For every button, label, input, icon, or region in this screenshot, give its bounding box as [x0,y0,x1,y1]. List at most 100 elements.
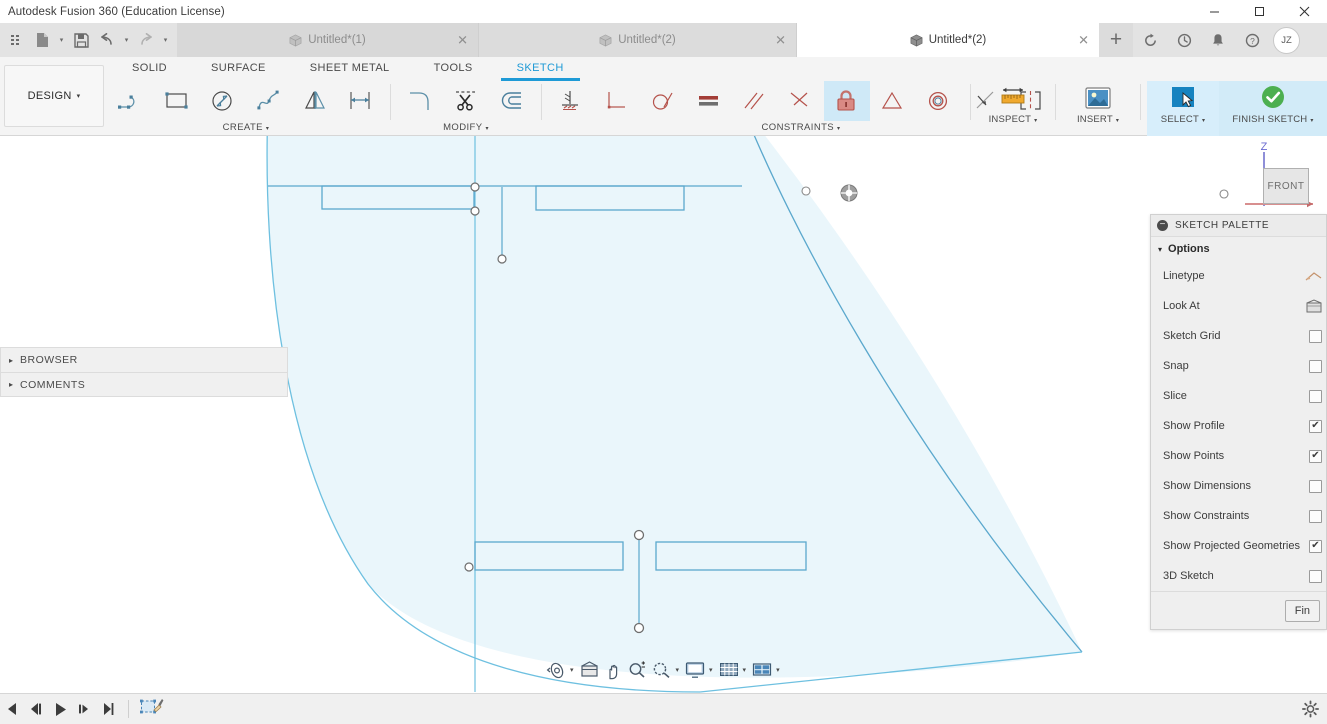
dimension-icon[interactable] [338,81,384,121]
viewports-caret-icon[interactable]: ▾ [776,666,780,674]
view-cube[interactable]: Z FRONT [1237,140,1315,212]
palette-row-show-constraints[interactable]: Show Constraints [1151,501,1326,531]
pan-icon[interactable] [602,658,625,682]
document-tab-2[interactable]: Untitled*(2) ✕ [479,23,797,57]
select-button[interactable]: SELECT ▾ [1147,81,1219,136]
grid-settings-icon[interactable] [717,658,741,682]
help-icon[interactable]: ? [1235,23,1269,57]
horizontal-vertical-icon[interactable] [548,81,594,121]
ribbon-group-create-label[interactable]: CREATE ▾ [108,121,384,133]
maximize-button[interactable] [1237,0,1282,23]
notifications-icon[interactable] [1201,23,1235,57]
linetype-icon[interactable] [1305,269,1322,284]
fillet-icon[interactable] [397,81,443,121]
show-points-checkbox[interactable] [1309,449,1322,463]
new-tab-button[interactable]: + [1099,23,1133,57]
palette-row-slice[interactable]: Slice [1151,381,1326,411]
step-back-icon[interactable] [24,696,48,722]
grid-settings-caret-icon[interactable]: ▾ [743,666,747,674]
inspect-button[interactable]: INSPECT ▾ [977,81,1049,136]
insert-button[interactable]: INSERT ▾ [1062,81,1134,136]
timeline-settings-gear-icon[interactable] [1302,700,1319,718]
ribbon-tab-sheet-metal[interactable]: SHEET METAL [288,57,412,79]
palette-finish-button[interactable]: Fin [1284,599,1320,622]
offset-icon[interactable] [489,81,535,121]
look-at-icon[interactable] [578,658,601,682]
palette-row-show-points[interactable]: Show Points [1151,441,1326,471]
palette-row-look-at[interactable]: Look At [1151,291,1326,321]
design-canvas[interactable]: ▸ BROWSER ▸ COMMENTS Z FRONT − SKETCH PA… [0,136,1327,693]
circle-icon[interactable] [200,81,246,121]
parallel-icon[interactable] [732,81,778,121]
minimize-button[interactable] [1192,0,1237,23]
document-tab-1-close-icon[interactable]: ✕ [457,34,468,47]
zoom-icon[interactable] [626,658,649,682]
palette-row-show-dimensions[interactable]: Show Dimensions [1151,471,1326,501]
palette-row-sketch-grid[interactable]: Sketch Grid [1151,321,1326,351]
step-forward-icon[interactable] [72,696,96,722]
app-grid-icon[interactable] [4,27,28,53]
ribbon-tab-surface[interactable]: SURFACE [189,57,288,79]
save-icon[interactable] [69,27,93,53]
orbit-icon[interactable] [544,658,568,682]
document-tab-3-close-icon[interactable]: ✕ [1078,34,1089,47]
spline-icon[interactable] [246,81,292,121]
new-file-caret-icon[interactable]: ▾ [56,27,67,53]
coincident-icon[interactable] [778,81,824,121]
trim-icon[interactable] [443,81,489,121]
view-cube-front-face[interactable]: FRONT [1263,168,1309,204]
fix-lock-icon[interactable] [824,81,870,121]
sketch-grid-checkbox[interactable] [1309,329,1322,343]
slice-checkbox[interactable] [1309,389,1322,403]
midpoint-icon[interactable] [870,81,916,121]
sketch-palette-options-section[interactable]: ▾ Options [1151,237,1326,261]
viewports-icon[interactable] [750,658,774,682]
show-projected-geometries-checkbox[interactable] [1309,539,1322,553]
undo-caret-icon[interactable]: ▾ [121,27,132,53]
show-profile-checkbox[interactable] [1309,419,1322,433]
snap-checkbox[interactable] [1309,359,1322,373]
undo-icon[interactable] [95,27,119,53]
finish-sketch-button[interactable]: FINISH SKETCH ▾ [1219,81,1327,136]
ribbon-tab-solid[interactable]: SOLID [110,57,189,79]
redo-icon[interactable] [134,27,158,53]
sketch-palette-header[interactable]: − SKETCH PALETTE [1151,215,1326,237]
go-to-beginning-icon[interactable] [0,696,24,722]
go-to-end-icon[interactable] [96,696,120,722]
palette-row-show-projected-geometries[interactable]: Show Projected Geometries [1151,531,1326,561]
zoom-window-caret-icon[interactable]: ▾ [676,666,680,674]
recent-icon[interactable] [1167,23,1201,57]
redo-caret-icon[interactable]: ▾ [160,27,171,53]
browser-panel-header[interactable]: ▸ BROWSER [0,347,288,372]
ribbon-tab-tools[interactable]: TOOLS [412,57,495,79]
palette-row-3d-sketch[interactable]: 3D Sketch [1151,561,1326,591]
sketch-feature-icon[interactable] [137,696,167,722]
new-file-icon[interactable] [30,27,54,53]
palette-row-linetype[interactable]: Linetype [1151,261,1326,291]
perpendicular-icon[interactable] [594,81,640,121]
ribbon-group-modify-label[interactable]: MODIFY ▾ [397,121,535,133]
show-dimensions-checkbox[interactable] [1309,479,1322,493]
zoom-window-icon[interactable] [650,658,674,682]
close-button[interactable] [1282,0,1327,23]
user-avatar[interactable]: JZ [1273,26,1300,54]
line-icon[interactable] [108,81,154,121]
collapse-icon[interactable]: − [1157,220,1168,231]
3d-sketch-checkbox[interactable] [1309,569,1322,583]
show-constraints-checkbox[interactable] [1309,509,1322,523]
look-at-icon[interactable] [1306,298,1322,314]
concentric-icon[interactable] [916,81,962,121]
equal-icon[interactable] [686,81,732,121]
comments-panel-header[interactable]: ▸ COMMENTS [0,372,288,397]
palette-row-snap[interactable]: Snap [1151,351,1326,381]
play-icon[interactable] [48,696,72,722]
orbit-caret-icon[interactable]: ▾ [570,666,574,674]
document-tab-2-close-icon[interactable]: ✕ [775,34,786,47]
refresh-icon[interactable] [1133,23,1167,57]
document-tab-1[interactable]: Untitled*(1) ✕ [177,23,479,57]
document-tab-3[interactable]: Untitled*(2) ✕ [797,23,1099,57]
ribbon-tab-sketch[interactable]: SKETCH [495,57,586,81]
rectangle-icon[interactable] [154,81,200,121]
tangent-icon[interactable] [640,81,686,121]
workspace-selector[interactable]: DESIGN ▾ [4,65,104,127]
